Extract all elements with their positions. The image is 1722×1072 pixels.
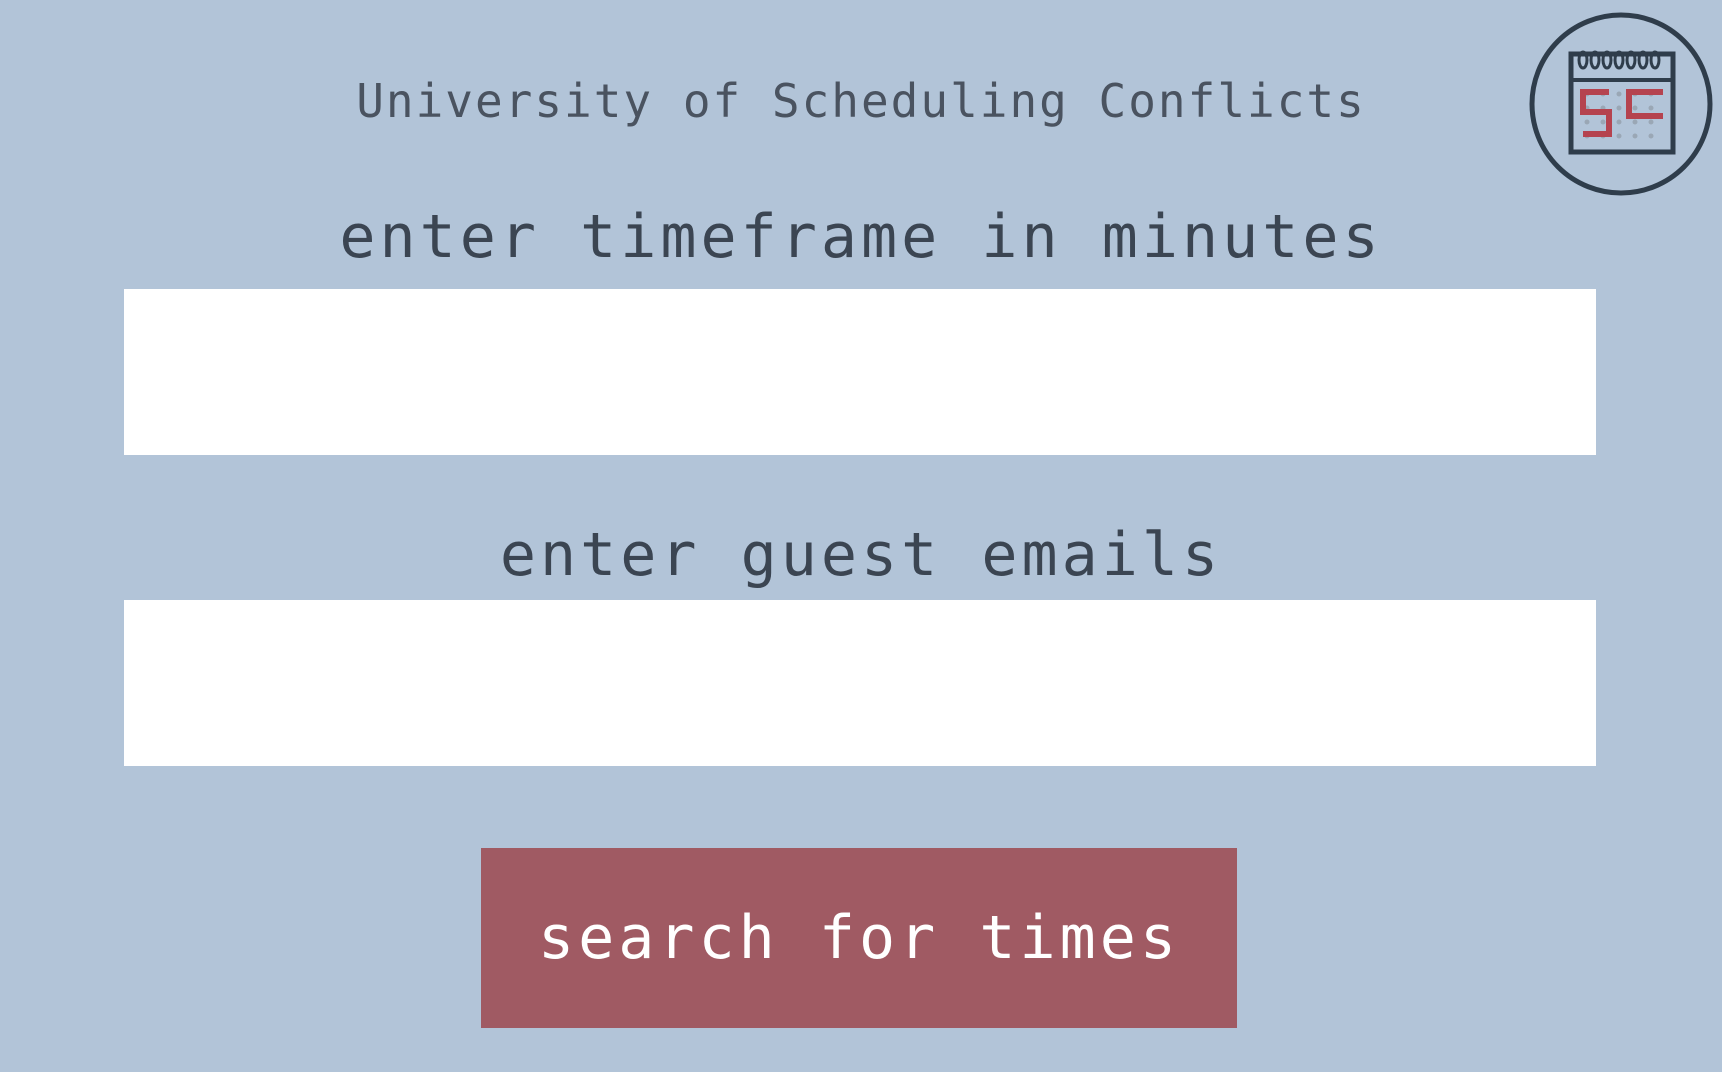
calendar-logo-svg	[1529, 12, 1713, 196]
page-title: University of Scheduling Conflicts	[356, 74, 1366, 128]
guest-emails-label: enter guest emails	[499, 520, 1223, 590]
guest-emails-input[interactable]	[124, 600, 1596, 766]
search-for-times-button[interactable]: search for times	[481, 848, 1237, 1028]
calendar-logo-icon	[1529, 12, 1713, 196]
timeframe-label: enter timeframe in minutes	[339, 202, 1383, 272]
timeframe-input[interactable]	[124, 289, 1596, 455]
